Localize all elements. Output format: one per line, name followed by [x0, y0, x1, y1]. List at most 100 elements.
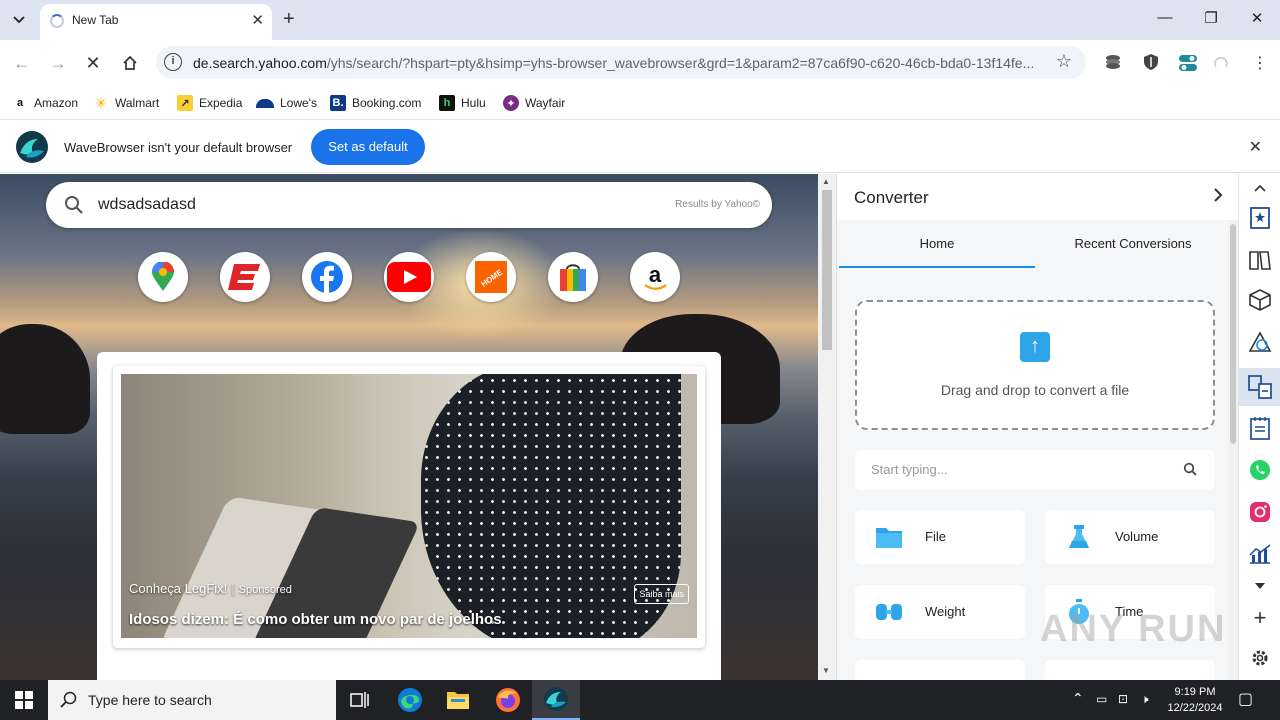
- stocks-chart-icon[interactable]: [1246, 540, 1274, 568]
- bookmark-star-icon[interactable]: ☆: [1056, 51, 1072, 72]
- bookmark-manager-icon[interactable]: [1246, 204, 1274, 232]
- package-icon[interactable]: [1246, 286, 1274, 314]
- stop-button[interactable]: ✕: [80, 50, 106, 76]
- scroll-up-arrow-icon[interactable]: ▲: [822, 177, 830, 186]
- tab-home[interactable]: Home: [839, 236, 1035, 251]
- file-drop-zone[interactable]: ↑ Drag and drop to convert a file: [855, 300, 1215, 430]
- task-view-button[interactable]: [336, 680, 384, 720]
- start-button[interactable]: [0, 680, 48, 720]
- bookmark-walmart[interactable]: ✳ Walmart: [93, 93, 159, 113]
- search-icon[interactable]: [64, 195, 84, 215]
- search-icon[interactable]: [1183, 462, 1197, 476]
- taskbar-firefox[interactable]: [484, 680, 532, 720]
- quick-link-shopping[interactable]: [548, 252, 598, 302]
- unit-weight-button[interactable]: Weight: [855, 585, 1025, 639]
- instagram-icon[interactable]: [1246, 498, 1274, 526]
- wavebrowser-logo-icon: [16, 131, 48, 163]
- quick-link-maps[interactable]: [138, 252, 188, 302]
- search-input[interactable]: wdsadsadasd: [98, 196, 196, 214]
- restore-button[interactable]: ❐: [1196, 9, 1226, 31]
- notepad-icon[interactable]: [1246, 414, 1274, 442]
- more-menu-icon[interactable]: ⋮: [1250, 53, 1270, 73]
- site-info-icon[interactable]: i: [164, 53, 182, 71]
- url-text[interactable]: de.search.yahoo.com/yhs/search/?hspart=p…: [193, 55, 1043, 71]
- bookmark-expedia[interactable]: ↗ Expedia: [177, 93, 242, 113]
- taskbar-search-box[interactable]: Type here to search: [48, 680, 336, 720]
- bookmark-booking[interactable]: B. Booking.com: [330, 93, 421, 113]
- quick-link-homedepot[interactable]: HOME: [466, 252, 516, 302]
- converter-header: Converter: [837, 174, 1239, 220]
- settings-gear-icon[interactable]: [1246, 644, 1274, 672]
- ad-headline[interactable]: Idosos dizem: É como obter um novo par d…: [129, 611, 502, 628]
- expand-down-icon[interactable]: [1246, 572, 1274, 600]
- extension-loading-icon[interactable]: [1212, 53, 1232, 73]
- page-scrollbar-thumb[interactable]: [822, 190, 832, 350]
- bookmark-hulu[interactable]: h Hulu: [439, 93, 486, 113]
- bookmark-amazon[interactable]: a Amazon: [12, 93, 78, 113]
- unit-file-button[interactable]: File: [855, 510, 1025, 564]
- reading-icon[interactable]: [1246, 246, 1274, 274]
- add-sidebar-app-icon[interactable]: +: [1246, 604, 1274, 632]
- forward-button[interactable]: →: [45, 50, 71, 76]
- home-button[interactable]: [117, 50, 143, 76]
- quick-link-facebook[interactable]: [302, 252, 352, 302]
- collapse-icon[interactable]: [1246, 180, 1274, 196]
- shapes-icon[interactable]: [1246, 328, 1274, 356]
- search-box[interactable]: wdsadsadasd Results by Yahoo©: [46, 182, 772, 228]
- tray-overflow-icon[interactable]: ⌃: [1072, 690, 1084, 707]
- flask-icon: [1069, 525, 1089, 548]
- quick-link-amazon[interactable]: a: [630, 252, 680, 302]
- battery-icon[interactable]: ▭: [1096, 692, 1107, 706]
- taskbar-wavebrowser[interactable]: [532, 680, 580, 720]
- tab-new-tab[interactable]: New Tab ✕: [40, 4, 272, 40]
- notifications-icon[interactable]: ▢: [1238, 689, 1253, 709]
- bookmark-lowes[interactable]: Lowe's: [256, 93, 317, 113]
- tab-close-icon[interactable]: ✕: [251, 11, 264, 29]
- new-tab-button[interactable]: +: [283, 8, 295, 30]
- page-scrollbar[interactable]: ▲ ▼: [818, 174, 836, 680]
- panel-scrollbar[interactable]: [1228, 220, 1238, 680]
- clock-time: 9:19 PM: [1174, 686, 1216, 698]
- whatsapp-icon[interactable]: [1246, 456, 1274, 484]
- converter-icon[interactable]: [1246, 373, 1274, 401]
- quick-link-espn[interactable]: [220, 252, 270, 302]
- drop-zone-label: Drag and drop to convert a file: [940, 382, 1130, 398]
- bookmark-wayfair[interactable]: ✦ Wayfair: [503, 93, 565, 113]
- toggle-extension-icon[interactable]: [1178, 53, 1198, 73]
- layers-extension-icon[interactable]: [1104, 53, 1124, 73]
- homedepot-icon: HOME: [475, 261, 507, 293]
- search-icon: [60, 691, 77, 708]
- unit-partial-button[interactable]: [855, 660, 1025, 680]
- unit-volume-button[interactable]: Volume: [1045, 510, 1215, 564]
- tab-search-menu-button[interactable]: [6, 8, 32, 32]
- infobar-close-icon[interactable]: ✕: [1249, 137, 1262, 157]
- volume-icon[interactable]: 🕨: [1141, 692, 1149, 707]
- quick-link-youtube[interactable]: [384, 252, 434, 302]
- new-tab-page: wdsadsadasd Results by Yahoo© HOME a Con…: [0, 174, 818, 680]
- taskbar-clock[interactable]: 9:19 PM 12/22/2024: [1164, 684, 1226, 716]
- network-icon[interactable]: ⊡: [1118, 692, 1128, 706]
- scroll-down-arrow-icon[interactable]: ▼: [822, 666, 830, 675]
- shield-extension-icon[interactable]: [1142, 53, 1162, 73]
- ad-cta-button[interactable]: Saiba mais: [634, 584, 689, 604]
- shopping-icon: [560, 264, 586, 291]
- maps-icon: [152, 262, 174, 291]
- tab-recent-conversions[interactable]: Recent Conversions: [1035, 236, 1231, 251]
- home-icon: [123, 55, 137, 70]
- converter-search-input[interactable]: Start typing...: [855, 450, 1215, 490]
- taskbar-file-explorer[interactable]: [434, 680, 482, 720]
- panel-scrollbar-thumb[interactable]: [1230, 224, 1236, 444]
- anyrun-watermark: ANY RUN: [1040, 608, 1227, 650]
- set-as-default-button[interactable]: Set as default: [311, 129, 425, 165]
- unit-partial-button[interactable]: [1045, 660, 1215, 680]
- minimize-button[interactable]: —: [1150, 9, 1180, 31]
- windows-taskbar: Type here to search ⌃ ▭ ⊡ 🕨 9:19 PM 12/2…: [0, 680, 1280, 720]
- sponsored-ad-card[interactable]: Conheça LegFix! | Sponsored Saiba mais Ido…: [113, 366, 705, 648]
- back-button[interactable]: ←: [9, 50, 35, 76]
- ad-image[interactable]: Conheça LegFix! | Sponsored Saiba mais Ido…: [121, 374, 697, 638]
- taskbar-edge[interactable]: [386, 680, 434, 720]
- window-close-button[interactable]: ✕: [1242, 9, 1272, 31]
- chevron-right-icon[interactable]: [1213, 187, 1223, 208]
- hulu-icon: h: [439, 95, 455, 111]
- address-bar[interactable]: i de.search.yahoo.com/yhs/search/?hspart…: [156, 46, 1086, 79]
